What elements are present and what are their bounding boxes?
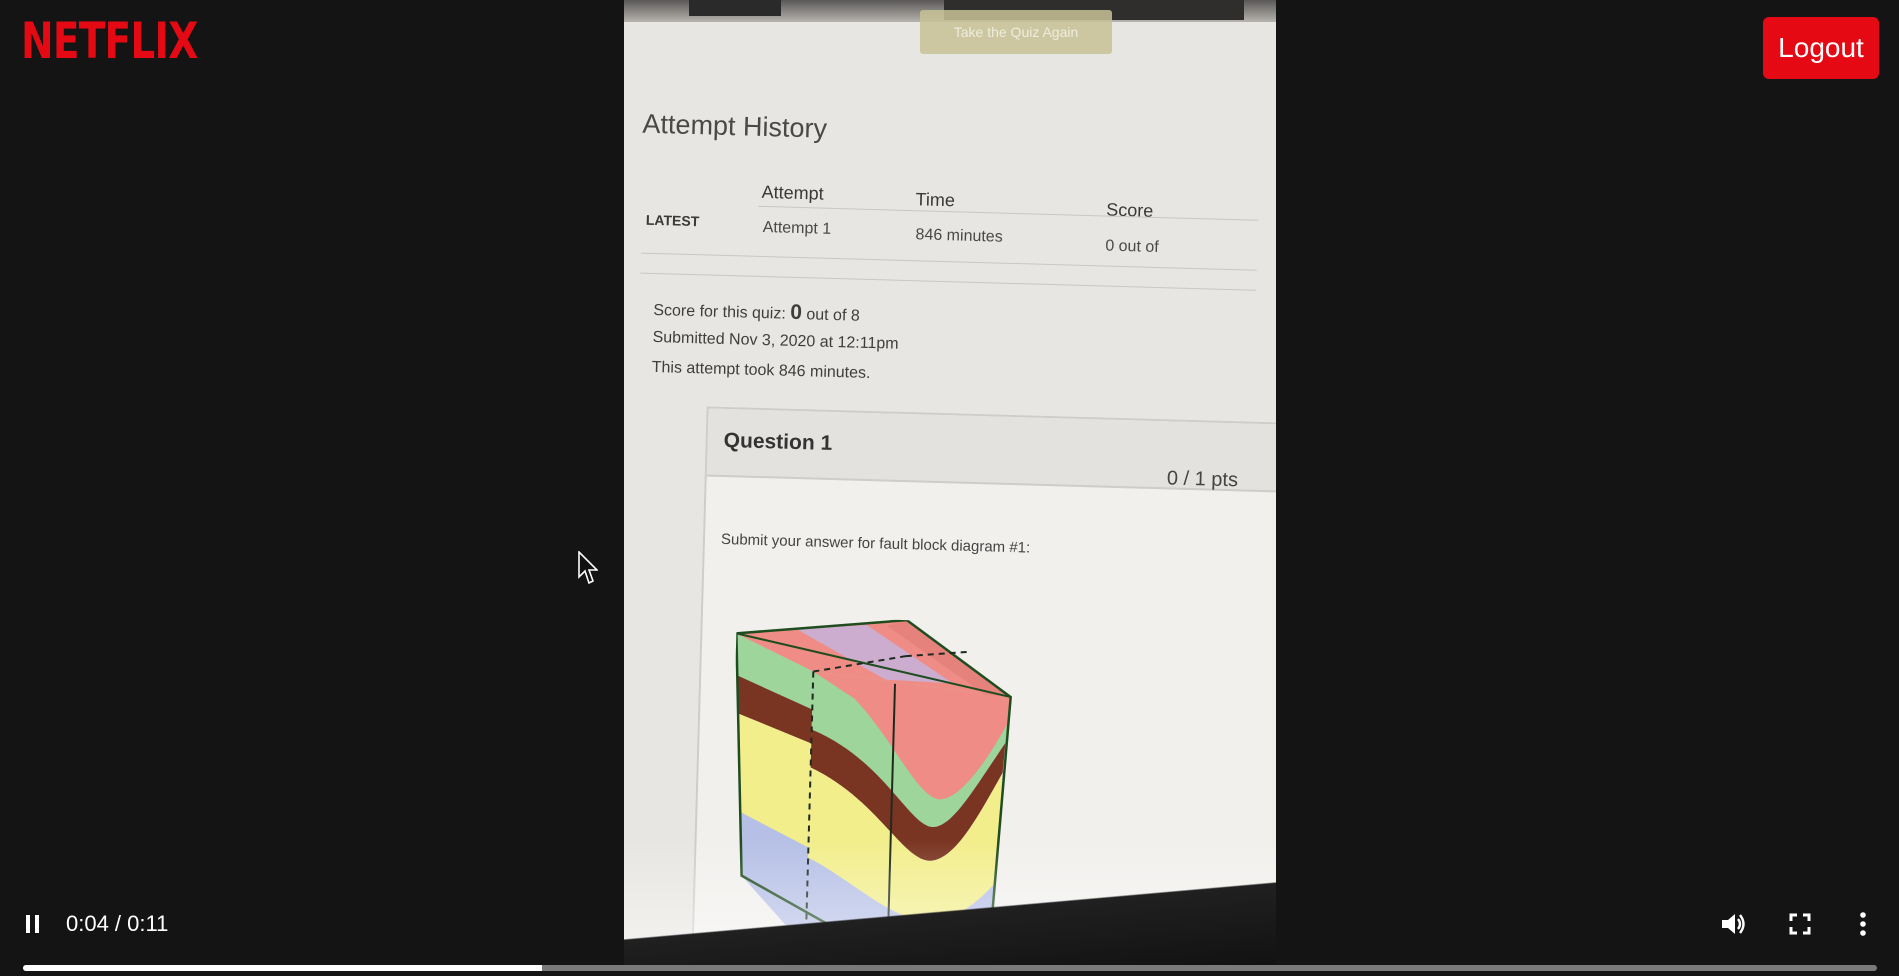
progress-bar[interactable] [23, 965, 1877, 971]
question-title: Question 1 [723, 428, 833, 455]
logout-button[interactable]: Logout [1763, 17, 1879, 79]
submitted-line: Submitted Nov 3, 2020 at 12:11pm [652, 328, 899, 353]
question-prompt: Submit your answer for fault block diagr… [720, 530, 1031, 557]
column-header-attempt: Attempt [761, 181, 824, 204]
column-header-score: Score [1106, 199, 1154, 221]
video-player: NETFLIX Logout Take the Quiz Again Attem… [0, 0, 1899, 976]
time-cell: 846 minutes [915, 226, 1003, 246]
pause-icon [26, 915, 39, 933]
attempt-history-title: Attempt History [642, 108, 828, 144]
volume-button[interactable] [1720, 909, 1746, 939]
fullscreen-button[interactable] [1789, 909, 1811, 939]
question-header: Question 1 0 / 1 pts [706, 408, 1276, 494]
mouse-cursor-icon [578, 551, 598, 585]
column-header-time: Time [915, 189, 956, 211]
fullscreen-icon [1789, 913, 1811, 935]
quiz-score-value: 0 [789, 300, 803, 325]
question-points: 0 / 1 pts [1166, 467, 1239, 492]
latest-tag: LATEST [645, 211, 700, 230]
progress-bar-fill [23, 965, 543, 971]
video-frame[interactable]: Take the Quiz Again Attempt History Atte… [624, 0, 1276, 966]
netflix-logo: NETFLIX [21, 12, 198, 70]
more-vert-icon [1860, 912, 1866, 936]
filmed-quiz-screen: Attempt History Attempt Time Score LATES… [624, 0, 1276, 966]
attempt-cell: Attempt 1 [762, 218, 832, 238]
score-cell: 0 out of [1105, 237, 1159, 257]
attempt-duration-line: This attempt took 846 minutes. [651, 358, 871, 383]
more-options-button[interactable] [1859, 909, 1867, 939]
time-display: 0:04 / 0:11 [66, 911, 169, 936]
volume-icon [1722, 914, 1745, 934]
monitor-bezel [624, 880, 1276, 966]
quiz-score-line: Score for this quiz: 0 out of 8 [653, 300, 860, 325]
play-pause-button[interactable] [24, 909, 42, 939]
